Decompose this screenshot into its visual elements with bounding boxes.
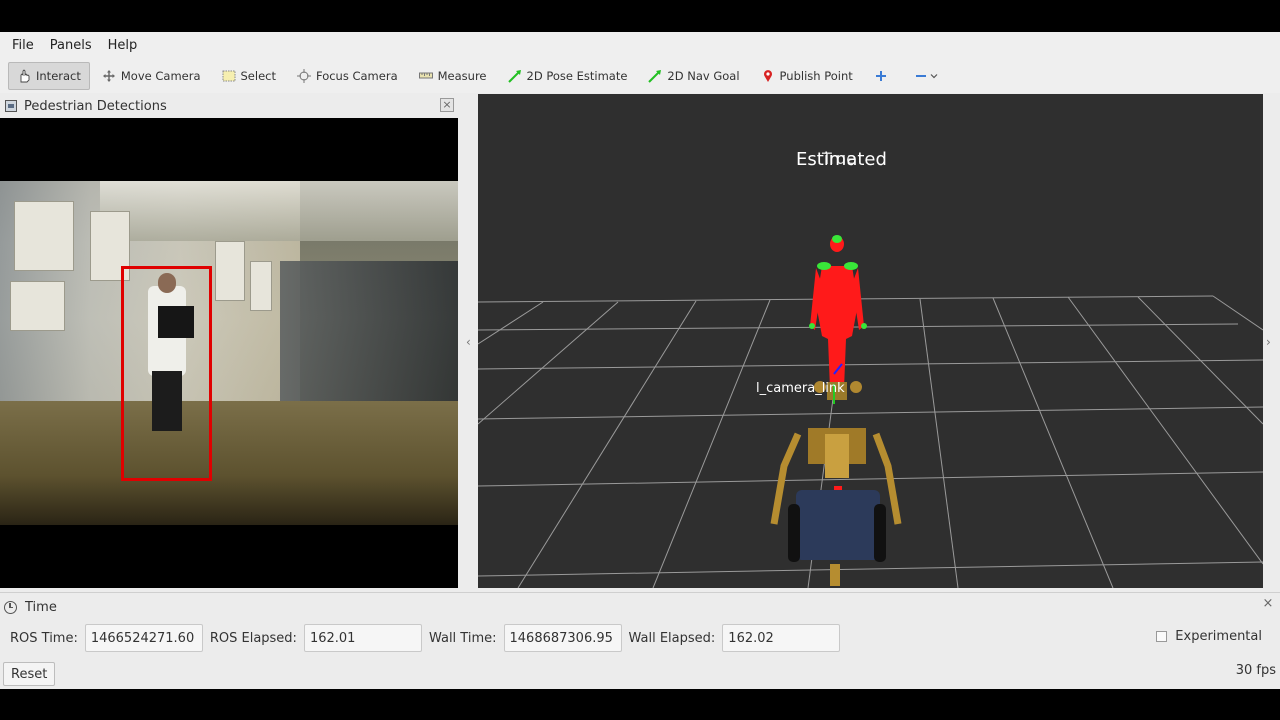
true-label: True bbox=[822, 149, 856, 168]
plus-icon bbox=[874, 69, 888, 83]
move-camera-tool-label: Move Camera bbox=[120, 68, 201, 83]
wall-poster bbox=[215, 241, 245, 301]
ros-time-label: ROS Time: bbox=[10, 630, 78, 646]
time-fields-row: ROS Time: 1466524271.60 ROS Elapsed: 162… bbox=[10, 624, 847, 652]
crosshair-icon bbox=[296, 68, 311, 83]
panel-header: Pedestrian Detections × bbox=[0, 94, 458, 118]
interact-tool-label: Interact bbox=[36, 68, 81, 83]
camera-image-view bbox=[0, 118, 458, 588]
letterbox-top bbox=[0, 0, 1280, 32]
minus-icon bbox=[914, 69, 928, 83]
time-panel: Time × ROS Time: 1466524271.60 ROS Elaps… bbox=[0, 592, 1280, 689]
tools-toolbar: Interact Move Camera Select Focus Camera… bbox=[0, 58, 1280, 93]
detection-bounding-box bbox=[121, 266, 212, 481]
collapse-left-arrow[interactable]: ‹ bbox=[466, 335, 471, 349]
add-tool-button[interactable] bbox=[865, 62, 902, 90]
pose-estimate-tool-button[interactable]: 2D Pose Estimate bbox=[499, 62, 637, 90]
chevron-down-icon bbox=[930, 69, 938, 83]
wall-poster bbox=[250, 261, 272, 311]
hand-pointer-icon bbox=[17, 68, 31, 83]
select-box-icon bbox=[222, 69, 236, 83]
letterbox-bottom bbox=[0, 689, 1280, 720]
reset-button[interactable]: Reset bbox=[3, 662, 56, 686]
select-tool-button[interactable]: Select bbox=[213, 62, 285, 90]
time-panel-title: Time bbox=[25, 599, 57, 615]
map-pin-icon bbox=[761, 69, 775, 83]
wall-elapsed-label: Wall Elapsed: bbox=[628, 630, 716, 646]
ros-elapsed-field[interactable]: 162.01 bbox=[303, 624, 422, 652]
menu-panels[interactable]: Panels bbox=[42, 36, 100, 55]
green-arrow-icon bbox=[507, 69, 522, 83]
interact-tool-button[interactable]: Interact bbox=[8, 61, 90, 90]
move-arrows-icon bbox=[102, 69, 116, 83]
wall-elapsed-field[interactable]: 162.02 bbox=[722, 624, 841, 652]
nav-goal-tool-button[interactable]: 2D Nav Goal bbox=[639, 62, 748, 90]
menu-file[interactable]: File bbox=[4, 36, 42, 55]
select-tool-label: Select bbox=[240, 68, 276, 83]
close-icon[interactable]: × bbox=[1262, 597, 1274, 610]
pose-estimate-tool-label: 2D Pose Estimate bbox=[526, 68, 628, 83]
time-panel-header: Time bbox=[0, 597, 1280, 617]
rviz-window: File Panels Help Interact Move Camera Se… bbox=[0, 32, 1280, 689]
image-icon bbox=[5, 100, 17, 112]
ruler-icon bbox=[418, 69, 433, 83]
camera-link-label: l_camera_link bbox=[756, 381, 845, 396]
focus-camera-tool-button[interactable]: Focus Camera bbox=[288, 62, 407, 90]
corridor-ceiling bbox=[100, 181, 458, 241]
measure-tool-button[interactable]: Measure bbox=[410, 62, 496, 90]
green-arrow-icon bbox=[648, 69, 662, 83]
experimental-toggle[interactable]: Experimental bbox=[1156, 629, 1262, 644]
render-3d-view[interactable]: Estimated True l_camera_link bbox=[478, 94, 1263, 588]
panel-title: Pedestrian Detections bbox=[24, 98, 167, 114]
experimental-checkbox[interactable] bbox=[1156, 631, 1168, 642]
publish-point-tool-label: Publish Point bbox=[779, 68, 853, 83]
camera-frame bbox=[0, 181, 458, 525]
wall-poster bbox=[14, 201, 74, 271]
clock-icon bbox=[4, 600, 17, 614]
collapse-right-arrow[interactable]: › bbox=[1266, 335, 1271, 349]
ros-time-field[interactable]: 1466524271.60 bbox=[84, 624, 203, 652]
wall-time-label: Wall Time: bbox=[428, 630, 497, 646]
measure-tool-label: Measure bbox=[437, 68, 487, 83]
close-icon[interactable]: × bbox=[440, 98, 454, 112]
move-camera-tool-button[interactable]: Move Camera bbox=[93, 62, 210, 90]
corridor-floor bbox=[0, 401, 458, 525]
robot-model bbox=[770, 363, 902, 586]
experimental-label: Experimental bbox=[1175, 629, 1262, 644]
focus-camera-tool-label: Focus Camera bbox=[315, 68, 398, 83]
nav-goal-tool-label: 2D Nav Goal bbox=[667, 68, 740, 83]
wall-poster bbox=[10, 281, 65, 331]
fps-readout: 30 fps bbox=[1235, 663, 1276, 678]
wall-time-field[interactable]: 1468687306.95 bbox=[503, 624, 622, 652]
publish-point-tool-button[interactable]: Publish Point bbox=[752, 62, 862, 90]
ros-elapsed-label: ROS Elapsed: bbox=[209, 630, 297, 646]
menu-bar: File Panels Help bbox=[0, 32, 1280, 58]
menu-help[interactable]: Help bbox=[100, 36, 146, 55]
remove-tool-dropdown[interactable] bbox=[905, 62, 952, 90]
pedestrian-detections-panel: Pedestrian Detections × bbox=[0, 94, 458, 588]
pedestrian-model bbox=[809, 235, 867, 389]
